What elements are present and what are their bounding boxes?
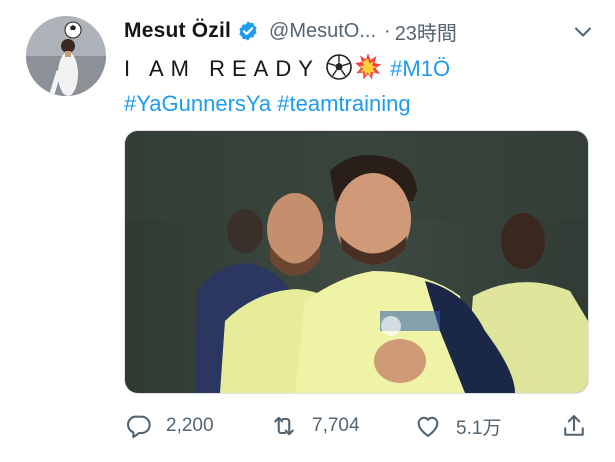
like-icon	[417, 416, 439, 437]
hashtag-link[interactable]: #M1Ö	[390, 56, 450, 81]
share-icon	[564, 415, 584, 436]
separator-dot: ·	[384, 19, 391, 42]
tweet-timestamp[interactable]: 23時間	[395, 17, 457, 46]
collision-emoji	[354, 52, 382, 88]
tweet-header: Mesut Özil @MesutO... · 23時間	[124, 14, 595, 48]
author-name[interactable]: Mesut Özil	[124, 19, 231, 43]
retweet-button[interactable]: 7,704	[270, 410, 360, 442]
share-button[interactable]	[560, 410, 602, 442]
like-count: 5.1万	[456, 417, 502, 439]
avatar[interactable]	[26, 16, 106, 96]
author-handle[interactable]: @MesutO...	[269, 20, 376, 43]
tweet-text-main: I AM READY	[124, 56, 320, 81]
like-button[interactable]: 5.1万	[414, 410, 501, 442]
reply-icon	[127, 415, 151, 439]
verified-badge-icon	[237, 20, 259, 42]
hashtag-link[interactable]: #YaGunnersYa	[124, 91, 271, 116]
tweet-photo[interactable]	[124, 130, 589, 394]
reply-button[interactable]: 2,200	[124, 410, 214, 442]
tweet-actions: 2,200 7,704 5.1万	[124, 410, 590, 442]
hashtag-link[interactable]: #teamtraining	[277, 91, 410, 116]
tweet-text: I AM READY #M1Ö #YaGunnersYa #teamtraini…	[124, 52, 594, 119]
retweet-icon	[274, 416, 294, 436]
tweet-card[interactable]: Mesut Özil @MesutO... · 23時間 I AM READY	[0, 0, 615, 462]
soccer-ball-emoji	[326, 54, 352, 88]
retweet-count: 7,704	[312, 415, 360, 436]
reply-count: 2,200	[166, 415, 214, 436]
caret-down-icon[interactable]	[571, 20, 595, 44]
